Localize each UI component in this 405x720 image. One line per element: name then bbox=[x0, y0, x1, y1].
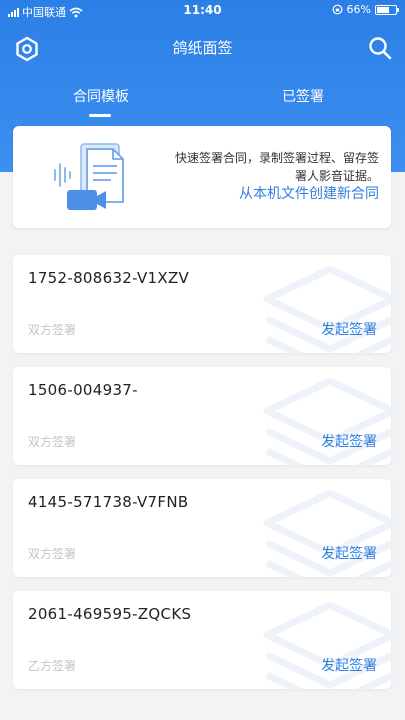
tab-contract-templates[interactable]: 合同模板 bbox=[26, 86, 176, 106]
battery-fill bbox=[377, 6, 389, 13]
start-signing-button[interactable]: 发起签署 bbox=[321, 543, 377, 563]
start-signing-button[interactable]: 发起签署 bbox=[321, 431, 377, 451]
banner-description: 快速签署合同，录制签署过程、留存签署人影音证据。 bbox=[174, 151, 379, 183]
contract-code: 4145-571738-V7FNB bbox=[28, 493, 189, 511]
battery-icon bbox=[375, 4, 399, 15]
contract-sign-type: 双方签署 bbox=[28, 323, 77, 337]
tab-active-indicator bbox=[89, 114, 111, 117]
contract-sign-type: 双方签署 bbox=[28, 435, 77, 449]
page-title: 鸽纸面签 bbox=[172, 39, 233, 57]
layers-watermark-icon bbox=[263, 265, 391, 353]
orientation-lock-icon bbox=[332, 4, 342, 15]
contract-sign-type: 乙方签署 bbox=[28, 659, 77, 673]
start-signing-button[interactable]: 发起签署 bbox=[321, 319, 377, 339]
create-from-file-link[interactable]: 从本机文件创建新合同 bbox=[239, 183, 379, 203]
document-video-icon bbox=[54, 143, 124, 210]
battery-percent: 66% bbox=[346, 3, 371, 16]
contract-code: 1506-004937- bbox=[28, 381, 138, 399]
contract-code: 2061-469595-ZQCKS bbox=[28, 605, 192, 623]
status-bar: 中国联通 11:40 66% bbox=[0, 0, 405, 22]
tab-signed[interactable]: 已签署 bbox=[228, 86, 378, 106]
contract-card[interactable]: 2061-469595-ZQCKS 乙方签署 发起签署 bbox=[13, 591, 391, 689]
nav-bar: 鸽纸面签 bbox=[0, 24, 405, 72]
search-icon[interactable] bbox=[367, 35, 393, 61]
tab-bar: 合同模板 已签署 bbox=[0, 86, 405, 122]
layers-watermark-icon bbox=[263, 377, 391, 465]
contract-card[interactable]: 4145-571738-V7FNB 双方签署 发起签署 bbox=[13, 479, 391, 577]
contract-sign-type: 双方签署 bbox=[28, 547, 77, 561]
contract-code: 1752-808632-V1XZV bbox=[28, 269, 190, 287]
create-contract-banner[interactable]: 快速签署合同，录制签署过程、留存签署人影音证据。 从本机文件创建新合同 bbox=[13, 126, 391, 228]
contract-card[interactable]: 1506-004937- 双方签署 发起签署 bbox=[13, 367, 391, 465]
start-signing-button[interactable]: 发起签署 bbox=[321, 655, 377, 675]
layers-watermark-icon bbox=[263, 489, 391, 577]
contract-card[interactable]: 1752-808632-V1XZV 双方签署 发起签署 bbox=[13, 255, 391, 353]
layers-watermark-icon bbox=[263, 601, 391, 689]
status-right: 66% bbox=[332, 3, 399, 16]
